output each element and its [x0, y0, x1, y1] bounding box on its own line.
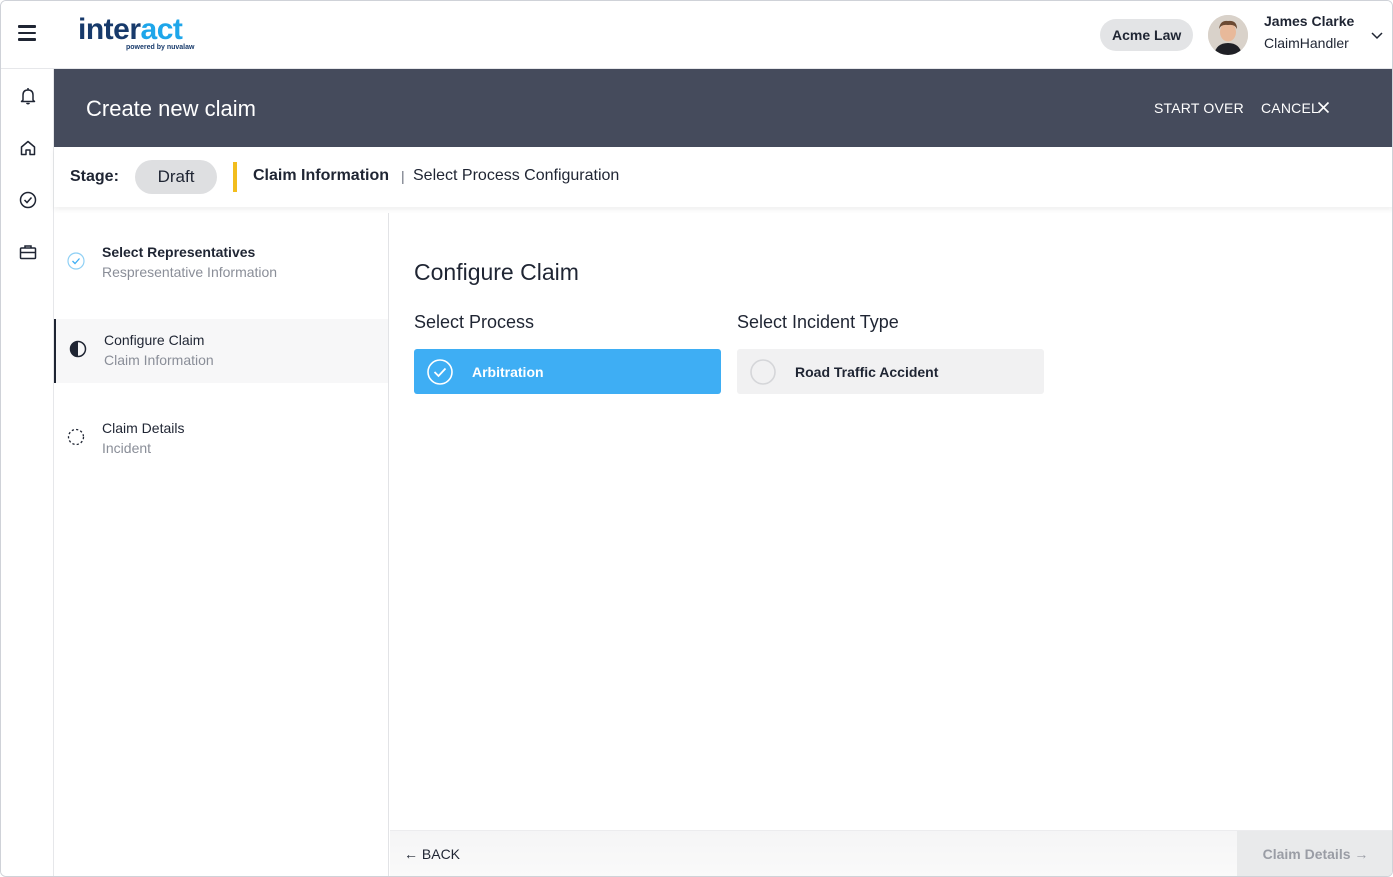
stage-label: Stage:: [70, 168, 119, 185]
step-subtitle: Respresentative Information: [102, 264, 278, 280]
avatar[interactable]: [1208, 15, 1248, 55]
incident-option-road-traffic-accident[interactable]: Road Traffic Accident: [737, 349, 1044, 394]
section-title: Configure Claim: [414, 259, 579, 285]
next-step-button[interactable]: Claim Details →: [1237, 831, 1392, 876]
main-content: Configure Claim Select Process Arbitrati…: [390, 213, 1392, 830]
top-bar: interact powered by nuvalaw Acme Law Jam…: [1, 1, 1392, 69]
step-title: Configure Claim: [104, 332, 205, 348]
page-header: Create new claim START OVER CANCEL: [54, 69, 1392, 147]
check-circle-icon[interactable]: [18, 190, 38, 210]
home-icon[interactable]: [18, 138, 38, 158]
back-button[interactable]: ← BACK: [404, 846, 460, 862]
icon-rail: [1, 69, 54, 876]
step-subtitle: Incident: [102, 440, 152, 456]
option-label: Arbitration: [472, 364, 544, 380]
process-option-arbitration[interactable]: Arbitration: [414, 349, 721, 394]
stage-divider: [233, 162, 237, 192]
logo-primary: inter: [78, 13, 141, 46]
chevron-down-icon[interactable]: [1370, 28, 1384, 42]
footer-bar: ← BACK Claim Details →: [390, 830, 1392, 876]
breadcrumb-current-section: Claim Information: [253, 167, 390, 184]
start-over-button[interactable]: START OVER: [1154, 100, 1244, 116]
process-label: Select Process: [414, 312, 535, 332]
step-subtitle: Claim Information: [104, 352, 214, 368]
dashed-circle-icon: [67, 428, 85, 446]
incident-type-label: Select Incident Type: [737, 312, 899, 332]
logo-accent: act: [140, 13, 183, 46]
bell-icon[interactable]: [18, 86, 38, 106]
cancel-button[interactable]: CANCEL: [1261, 100, 1319, 116]
logo[interactable]: interact powered by nuvalaw: [78, 13, 195, 52]
breadcrumb-separator: |: [401, 168, 405, 184]
check-circle-icon: [426, 358, 454, 386]
page-title: Create new claim: [86, 96, 256, 121]
close-icon[interactable]: [1317, 101, 1330, 114]
breadcrumb-current-step: Select Process Configuration: [413, 167, 620, 184]
step-configure-claim[interactable]: Configure Claim Claim Information: [54, 319, 388, 383]
step-title: Claim Details: [102, 420, 185, 436]
user-role: ClaimHandler: [1264, 35, 1349, 51]
radio-circle-icon: [749, 358, 777, 386]
app-window: interact powered by nuvalaw Acme Law Jam…: [0, 0, 1393, 877]
step-claim-details[interactable]: Claim Details Incident: [54, 407, 388, 471]
organization-badge[interactable]: Acme Law: [1100, 19, 1194, 51]
step-title: Select Representatives: [102, 244, 256, 260]
logo-tagline: powered by nuvalaw: [126, 44, 195, 51]
step-select-representatives[interactable]: Select Representatives Respresentative I…: [54, 231, 388, 295]
option-label: Road Traffic Accident: [795, 364, 939, 380]
hamburger-icon[interactable]: [18, 25, 36, 43]
briefcase-icon[interactable]: [18, 242, 38, 262]
step-navigation: Select Representatives Respresentative I…: [54, 213, 389, 876]
stage-badge: Draft: [135, 160, 217, 194]
half-circle-icon: [69, 340, 87, 358]
stage-bar: Stage: Draft Claim Information | Select …: [54, 147, 1392, 207]
check-circle-icon: [67, 252, 85, 270]
user-name: James Clarke: [1264, 13, 1355, 29]
